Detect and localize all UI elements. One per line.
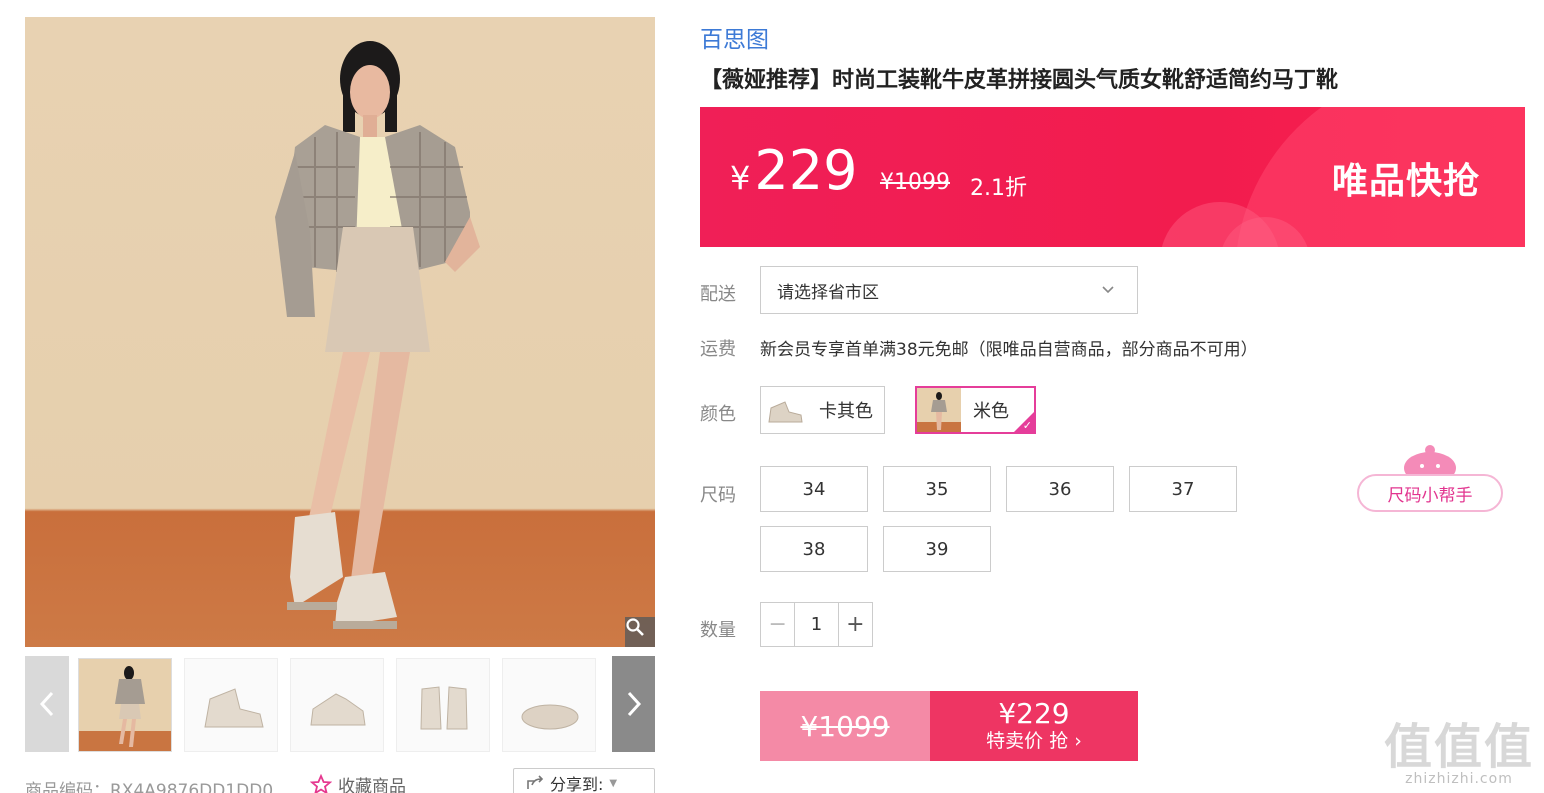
thumbnail-strip [25, 656, 655, 752]
current-price-value: 229 [754, 139, 858, 202]
chevron-left-icon [39, 691, 54, 717]
shipping-label: 运费 [700, 339, 736, 360]
model-illustration [275, 41, 480, 629]
buy-price: ¥229 [998, 697, 1070, 731]
thumbnail-boot-angle [291, 659, 383, 751]
quantity-stepper: − 1 + [760, 602, 873, 647]
product-code: 商品编码：RX4A9876DD1DD0 [25, 781, 274, 793]
watermark-logo: 值值值 [1383, 719, 1534, 775]
thumbnail-model-image [79, 659, 171, 751]
site-watermark: 值值值 zhizhizhi.com [1384, 723, 1534, 787]
check-icon: ✓ [1022, 419, 1032, 432]
share-icon [527, 775, 544, 789]
product-meta-bar: 商品编码：RX4A9876DD1DD0 收藏商品 分享到: ▼ [25, 768, 665, 793]
thumbnail-3[interactable] [290, 658, 384, 752]
current-price: ¥ 229 [730, 139, 857, 202]
thumbnail-boot-sole [503, 659, 595, 751]
size-helper-button[interactable]: 尺码小帮手 [1357, 474, 1503, 512]
brand-link[interactable]: 百思图 [700, 20, 769, 54]
quantity-decrease-button[interactable]: − [761, 603, 794, 646]
discount-badge: 2.1折 [970, 176, 1027, 201]
color-swatch-khaki [763, 388, 807, 432]
price-banner: ¥ 229 ¥1099 2.1折 唯品快抢 [700, 107, 1525, 247]
thumbnail-boot-pair [397, 659, 489, 751]
thumbnail-5[interactable] [502, 658, 596, 752]
quantity-increase-button[interactable]: + [839, 603, 872, 646]
buy-original-price: ¥1099 [760, 691, 930, 761]
thumbnail-next-button[interactable] [612, 656, 655, 752]
color-option-label: 卡其色 [819, 401, 873, 422]
size-option-38[interactable]: 38 [760, 526, 868, 572]
buy-now-button[interactable]: ¥229 特卖价 抢 › [930, 691, 1138, 761]
size-option-34[interactable]: 34 [760, 466, 868, 512]
chevron-down-icon [1102, 286, 1114, 294]
chevron-right-icon [627, 691, 641, 717]
shipping-info: 新会员专享首单满38元免邮（限唯品自营商品，部分商品不可用） [760, 340, 1258, 360]
watermark-url: zhizhizhi.com [1405, 771, 1513, 787]
size-option-36[interactable]: 36 [1006, 466, 1114, 512]
quantity-label: 数量 [700, 620, 736, 641]
zoom-icon [626, 618, 644, 636]
delivery-label: 配送 [700, 284, 736, 305]
thumbnail-prev-button[interactable] [25, 656, 69, 752]
size-label: 尺码 [700, 485, 736, 506]
favorite-button[interactable]: 收藏商品 [310, 772, 406, 793]
color-label: 颜色 [700, 404, 736, 425]
flash-sale-label: 唯品快抢 [1331, 161, 1480, 202]
share-button[interactable]: 分享到: ▼ [513, 768, 655, 793]
buy-action-label: 特卖价 抢 › [986, 730, 1082, 752]
original-price: ¥1099 [880, 170, 950, 195]
color-option-khaki[interactable]: 卡其色 [760, 386, 885, 434]
zoom-button[interactable] [625, 617, 655, 647]
thumbnail-boot-side [185, 659, 277, 751]
size-option-35[interactable]: 35 [883, 466, 991, 512]
chevron-down-icon: ▼ [609, 777, 618, 789]
color-swatch-beige [917, 388, 961, 432]
product-title: 【薇娅推荐】时尚工装靴牛皮革拼接圆头气质女靴舒适简约马丁靴 [700, 68, 1339, 93]
thumbnail-4[interactable] [396, 658, 490, 752]
share-label: 分享到: [550, 775, 604, 793]
region-select-value: 请选择省市区 [777, 282, 879, 303]
color-option-label: 米色 [973, 401, 1009, 422]
color-option-beige[interactable]: 米色 ✓ [915, 386, 1036, 434]
star-icon [310, 773, 332, 793]
region-select[interactable]: 请选择省市区 [760, 266, 1138, 314]
thumbnail-2[interactable] [184, 658, 278, 752]
favorite-label: 收藏商品 [338, 777, 406, 793]
quantity-input[interactable]: 1 [794, 603, 839, 646]
size-option-37[interactable]: 37 [1129, 466, 1237, 512]
size-helper-mascot-icon [1404, 445, 1456, 478]
thumbnail-1[interactable] [78, 658, 172, 752]
currency-symbol: ¥ [730, 159, 751, 197]
size-option-39[interactable]: 39 [883, 526, 991, 572]
main-product-image[interactable] [25, 17, 655, 647]
